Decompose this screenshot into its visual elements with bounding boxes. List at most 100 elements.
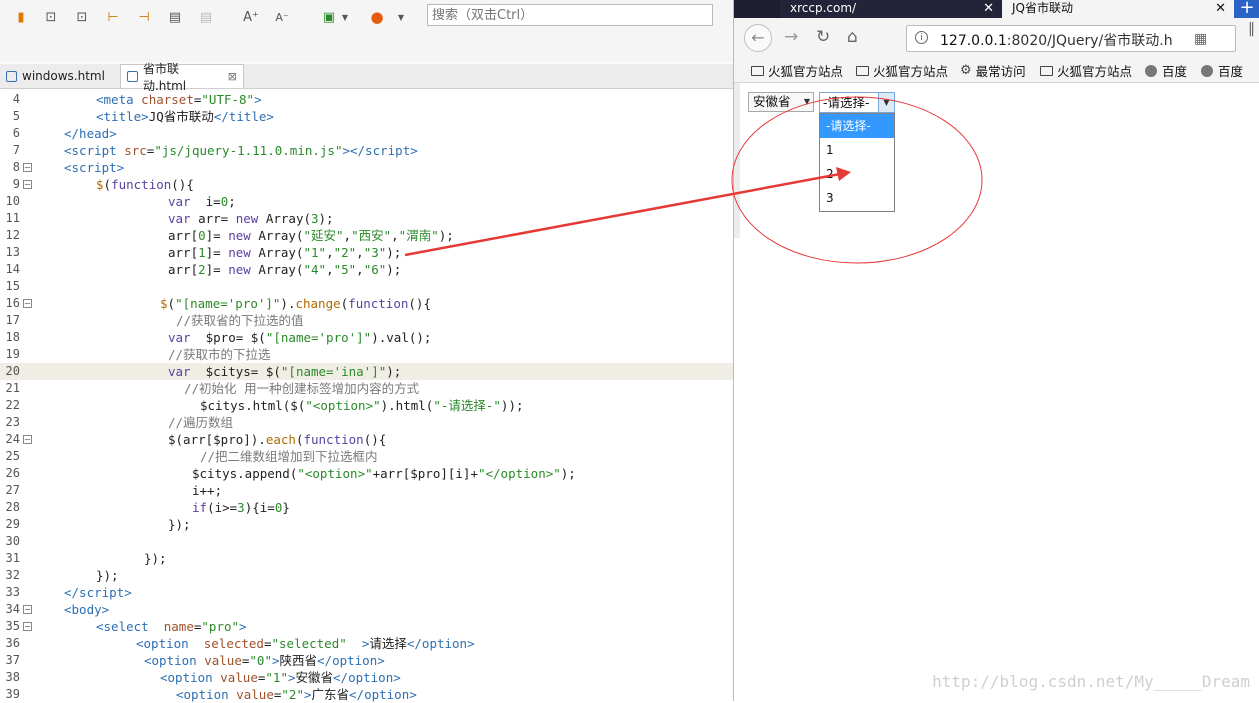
tab-province-city-html[interactable]: 省市联动.html ⊠ (120, 62, 244, 93)
url-bar[interactable]: i 127.0.0.1:8020/JQuery/省市联动.h ▦ (906, 25, 1236, 52)
province-select[interactable]: 安徽省 ▼ (748, 92, 814, 112)
fold-toggle-icon[interactable]: − (23, 622, 32, 631)
code-line[interactable]: 17 //获取省的下拉选的值 (0, 312, 733, 329)
overflow-menu-icon[interactable]: ‖ (1248, 21, 1259, 37)
close-icon[interactable]: ⊠ (228, 70, 237, 83)
code-text: //把二维数组增加到下拉选框内 (200, 449, 378, 464)
code-line[interactable]: 21 //初始化 用一种创建标签增加内容的方式 (0, 380, 733, 397)
fold-toggle-icon[interactable]: − (23, 299, 32, 308)
new-tab-button[interactable]: + (1234, 0, 1259, 18)
line-number: 11 (5, 211, 20, 225)
code-area[interactable]: 4 <meta charset="UTF-8"> 5 <title>JQ省市联动</t… (0, 91, 733, 703)
code-line[interactable]: 26 $citys.append("<option>"+arr[$pro][i]+… (0, 465, 733, 482)
code-line[interactable]: 32}); (0, 567, 733, 584)
code-line[interactable]: 36 <option selected="selected" >请选择</opti… (0, 635, 733, 652)
code-text: $citys.html($("<option>").html("-请选择-"))… (200, 398, 524, 413)
code-line[interactable]: 24− $(arr[$pro]).each(function(){ (0, 431, 733, 448)
city-option[interactable]: -请选择- (820, 114, 894, 138)
browser-tab-active[interactable]: JQ省市联动 ✕ (1002, 0, 1234, 18)
line-number: 18 (5, 330, 20, 344)
code-line[interactable]: 5 <title>JQ省市联动</title> (0, 108, 733, 125)
fold-toggle-icon[interactable]: − (23, 605, 32, 614)
code-text: if(i>=3){i=0} (192, 500, 290, 515)
chevron-down-icon[interactable]: ▼ (392, 8, 410, 26)
code-line[interactable]: 29}); (0, 516, 733, 533)
code-line[interactable]: 14 arr[2]= new Array("4","5","6"); (0, 261, 733, 278)
code-line[interactable]: 23 //遍历数组 (0, 414, 733, 431)
fold-toggle-icon[interactable]: − (23, 435, 32, 444)
reload-button[interactable]: ↻ (816, 27, 830, 47)
code-line[interactable]: 12 arr[0]= new Array("延安","西安","渭南"); (0, 227, 733, 244)
bookmark-item[interactable]: ⚙ 最常访问 (960, 61, 1026, 80)
comment-icon[interactable]: ▤ (166, 8, 184, 26)
code-line[interactable]: 39 <option value="2">广东省</option> (0, 686, 733, 703)
font-decrease-icon[interactable]: A⁻ (273, 8, 291, 26)
close-icon[interactable]: ✕ (1215, 0, 1226, 17)
city-select[interactable]: -请选择- ▼ (819, 92, 895, 113)
code-text: var $citys= $("[name='ina']"); (168, 364, 402, 379)
url-text[interactable]: 127.0.0.1:8020/JQuery/省市联动.h (940, 30, 1190, 50)
info-icon[interactable]: i (915, 31, 928, 44)
city-option[interactable]: 2 (820, 162, 894, 186)
code-line[interactable]: 25 //把二维数组增加到下拉选框内 (0, 448, 733, 465)
code-line[interactable]: 30 (0, 533, 733, 550)
code-line[interactable]: 20 var $citys= $("[name='ina']"); (0, 363, 733, 380)
bookmark-item[interactable]: 百度 (1145, 61, 1187, 80)
code-text: <option selected="selected" >请选择</option… (136, 636, 475, 651)
chevron-down-icon[interactable]: ▼ (336, 8, 354, 26)
code-line[interactable]: 22 $citys.html($("<option>").html("-请选择-"… (0, 397, 733, 414)
bookmark-item[interactable]: 百度 (1201, 61, 1243, 80)
city-option[interactable]: 3 (820, 186, 894, 210)
bookmark-icon[interactable]: ▮ (12, 8, 30, 26)
code-line[interactable]: 34− <body> (0, 601, 733, 618)
province-select-value: 安徽省 (753, 94, 791, 109)
step-out-icon[interactable]: ⊣ (135, 8, 153, 26)
bookmark-item[interactable]: 火狐官方站点 (856, 61, 948, 80)
ide-search-input[interactable] (427, 4, 713, 26)
uncomment-icon[interactable]: ▤ (197, 8, 215, 26)
code-line[interactable]: 37 <option value="0">陕西省</option> (0, 652, 733, 669)
browser-window: xrccp.com/ ✕ JQ省市联动 ✕ + ← → ↻ ⌂ i 127.0.… (733, 0, 1259, 701)
code-line[interactable]: 6 </head> (0, 125, 733, 142)
code-line[interactable]: 19 //获取市的下拉选 (0, 346, 733, 363)
firefox-icon[interactable]: ● (368, 8, 386, 26)
bookmark-item[interactable]: 火狐官方站点 (1040, 61, 1132, 80)
close-icon[interactable]: ✕ (983, 0, 994, 17)
code-line[interactable]: 38 <option value="1">安徽省</option> (0, 669, 733, 686)
back-button[interactable]: ← (744, 24, 772, 52)
new-file-icon[interactable]: ⊡ (42, 8, 60, 26)
tab-windows-html[interactable]: windows.html (0, 64, 115, 88)
code-line[interactable]: 35− <select name="pro"> (0, 618, 733, 635)
fold-toggle-icon[interactable]: − (23, 180, 32, 189)
fold-toggle-icon[interactable]: − (23, 163, 32, 172)
line-number: 16 (5, 296, 20, 310)
chevron-down-icon[interactable]: ▼ (878, 93, 894, 112)
bookmark-item[interactable]: 火狐官方站点 (751, 61, 843, 80)
code-line[interactable]: 15 (0, 278, 733, 295)
code-line[interactable]: 31}); (0, 550, 733, 567)
export-icon[interactable]: ⊡ (73, 8, 91, 26)
code-line[interactable]: 10 var i=0; (0, 193, 733, 210)
code-line[interactable]: 4 <meta charset="UTF-8"> (0, 91, 733, 108)
qr-code-icon[interactable]: ▦ (1194, 31, 1207, 47)
home-button[interactable]: ⌂ (847, 27, 858, 47)
code-line[interactable]: 27 i++; (0, 482, 733, 499)
step-into-icon[interactable]: ⊢ (104, 8, 122, 26)
code-text: arr[0]= new Array("延安","西安","渭南"); (168, 228, 454, 243)
code-line[interactable]: 16− $("[name='pro']").change(function(){ (0, 295, 733, 312)
city-option[interactable]: 1 (820, 138, 894, 162)
code-line[interactable]: 28 if(i>=3){i=0} (0, 499, 733, 516)
code-line[interactable]: 7 <script src="js/jquery-1.11.0.min.js"><… (0, 142, 733, 159)
line-number: 24 (5, 432, 20, 446)
code-line[interactable]: 18 var $pro= $("[name='pro']").val(); (0, 329, 733, 346)
font-increase-icon[interactable]: A⁺ (242, 8, 260, 26)
code-line[interactable]: 8− <script> (0, 159, 733, 176)
code-line[interactable]: 9− $(function(){ (0, 176, 733, 193)
code-line[interactable]: 11 var arr= new Array(3); (0, 210, 733, 227)
browser-tab-xrccp[interactable]: xrccp.com/ ✕ (780, 0, 1002, 18)
code-line[interactable]: 13 arr[1]= new Array("1","2","3"); (0, 244, 733, 261)
code-line[interactable]: 33 </script> (0, 584, 733, 601)
browser-tab-label: xrccp.com/ (790, 1, 857, 15)
code-text: <body> (64, 602, 110, 617)
forward-button[interactable]: → (784, 27, 798, 47)
